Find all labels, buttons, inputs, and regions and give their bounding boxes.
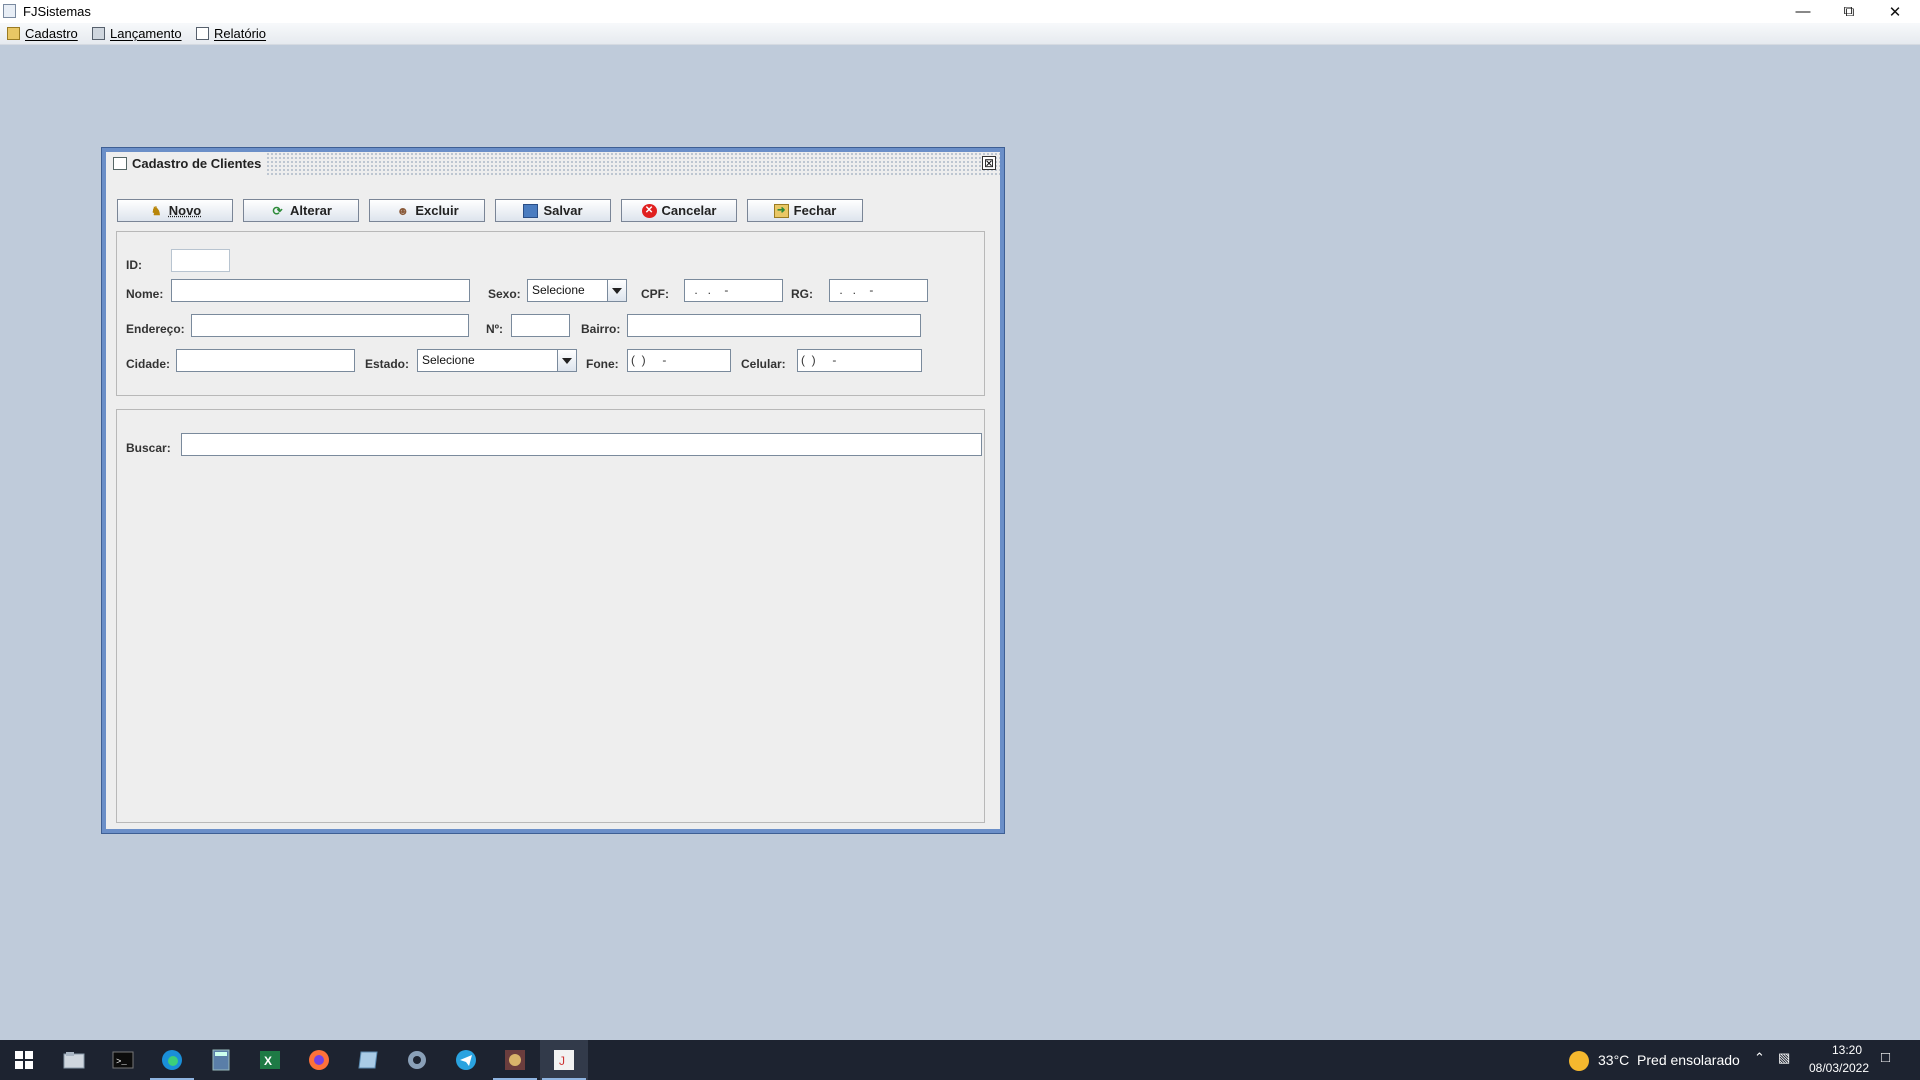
cpf-field[interactable]: . . -: [684, 279, 783, 302]
exit-icon: ➜: [773, 203, 789, 218]
svg-text:J: J: [559, 1054, 565, 1068]
settings-icon[interactable]: [393, 1040, 441, 1080]
new-user-icon: ♞: [150, 203, 162, 218]
save-icon: [523, 203, 539, 218]
estado-label: Estado:: [365, 357, 410, 371]
cidade-label: Cidade:: [126, 357, 171, 371]
bairro-field[interactable]: [627, 314, 921, 337]
folder-icon: [7, 27, 20, 40]
nome-field[interactable]: [171, 279, 470, 302]
notifications-icon[interactable]: □: [1881, 1049, 1890, 1066]
numero-field[interactable]: [511, 314, 570, 337]
file-explorer-icon[interactable]: [50, 1040, 98, 1080]
chevron-down-icon: [607, 280, 626, 301]
cancel-icon: ✕: [641, 203, 657, 218]
app-icon: [3, 4, 16, 18]
frame-close-icon[interactable]: ⊠: [982, 156, 996, 170]
calculator-icon[interactable]: [197, 1040, 245, 1080]
svg-text:X: X: [264, 1054, 272, 1068]
numero-label: Nº:: [486, 322, 504, 336]
report-icon: [196, 27, 209, 40]
celular-field[interactable]: ( ) -: [797, 349, 922, 372]
windows-start-icon[interactable]: [0, 1040, 48, 1080]
cpf-label: CPF:: [641, 287, 669, 301]
firefox-icon[interactable]: [295, 1040, 343, 1080]
salvar-button[interactable]: Salvar: [495, 199, 611, 222]
weather-icon[interactable]: [1569, 1051, 1589, 1071]
sexo-select[interactable]: Selecione: [527, 279, 627, 302]
rg-field[interactable]: . . -: [829, 279, 928, 302]
menu-cadastro[interactable]: Cadastro: [7, 23, 78, 44]
show-hidden-icons[interactable]: ⌃: [1754, 1050, 1765, 1066]
frame-content: Cadastro de Clientes ⊠ ♞ Novo ⟳ Alterar …: [106, 152, 1000, 829]
bairro-label: Bairro:: [581, 322, 621, 336]
search-input[interactable]: [181, 433, 982, 456]
cancelar-button[interactable]: ✕ Cancelar: [621, 199, 737, 222]
endereco-label: Endereço:: [126, 322, 185, 336]
db-tool-icon[interactable]: [491, 1040, 539, 1080]
alterar-button[interactable]: ⟳ Alterar: [243, 199, 359, 222]
fechar-button[interactable]: ➜ Fechar: [747, 199, 863, 222]
svg-text:>_: >_: [116, 1057, 127, 1067]
fone-field[interactable]: ( ) -: [627, 349, 731, 372]
restore-icon[interactable]: ⧉: [1826, 0, 1872, 23]
notepad-icon[interactable]: [344, 1040, 392, 1080]
frame-title: Cadastro de Clientes: [132, 156, 262, 171]
menu-relatorio[interactable]: Relatório: [196, 23, 266, 44]
chevron-down-icon: [557, 350, 576, 371]
close-icon[interactable]: ✕: [1872, 0, 1918, 23]
window-title: FJSistemas: [23, 4, 91, 19]
id-label: ID:: [126, 258, 142, 272]
clientes-internal-frame: Cadastro de Clientes ⊠ ♞ Novo ⟳ Alterar …: [101, 147, 1005, 834]
client-form-panel: ID: Nome: Sexo: Selecione CPF: . . - RG:…: [116, 231, 985, 396]
java-app-icon[interactable]: J: [540, 1040, 588, 1080]
terminal-icon[interactable]: >_: [99, 1040, 147, 1080]
rg-label: RG:: [791, 287, 813, 301]
menu-bar: Cadastro Lançamento Relatório: [0, 23, 1920, 45]
edge-icon[interactable]: [148, 1040, 196, 1080]
endereco-field[interactable]: [191, 314, 469, 337]
menu-lancamento[interactable]: Lançamento: [92, 23, 182, 44]
frame-title-bar[interactable]: Cadastro de Clientes ⊠: [106, 152, 1000, 175]
telegram-icon[interactable]: [442, 1040, 490, 1080]
clock-time[interactable]: 13:20: [1819, 1043, 1875, 1057]
buscar-label: Buscar:: [126, 441, 171, 455]
novo-button[interactable]: ♞ Novo: [117, 199, 233, 222]
refresh-icon: ⟳: [272, 203, 283, 218]
nome-label: Nome:: [126, 287, 164, 301]
calculator-icon: [92, 27, 105, 40]
excel-icon[interactable]: X: [246, 1040, 294, 1080]
estado-select[interactable]: Selecione: [417, 349, 577, 372]
minimize-icon[interactable]: —: [1780, 0, 1826, 23]
excluir-button[interactable]: ☻ Excluir: [369, 199, 485, 222]
network-icon[interactable]: ▧: [1778, 1050, 1790, 1066]
sexo-label: Sexo:: [488, 287, 521, 301]
delete-user-icon: ☻: [396, 203, 410, 218]
celular-label: Celular:: [741, 357, 786, 371]
fone-label: Fone:: [586, 357, 619, 371]
clock-date[interactable]: 08/03/2022: [1801, 1061, 1877, 1075]
search-panel: Buscar:: [116, 409, 985, 823]
weather-text[interactable]: 33°C Pred ensolarado: [1598, 1052, 1740, 1068]
window-title-bar: FJSistemas — ⧉ ✕: [0, 0, 1920, 23]
frame-window-icon: [113, 157, 127, 170]
cidade-field[interactable]: [176, 349, 355, 372]
id-field: [171, 249, 230, 272]
